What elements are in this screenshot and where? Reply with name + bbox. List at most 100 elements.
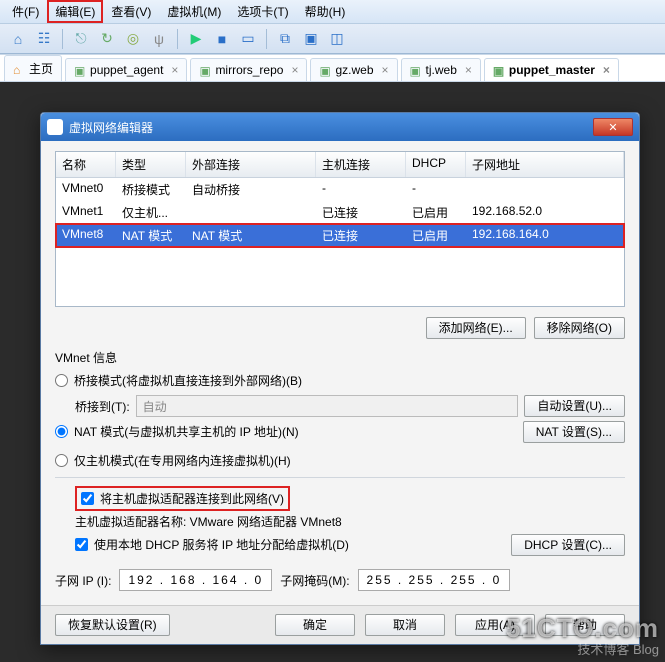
- col-subnet[interactable]: 子网地址: [466, 152, 624, 177]
- grid-header: 名称 类型 外部连接 主机连接 DHCP 子网地址: [56, 152, 624, 178]
- menu-tabs[interactable]: 选项卡(T): [229, 0, 296, 23]
- menubar: 件(F) 编辑(E) 查看(V) 虚拟机(M) 选项卡(T) 帮助(H): [0, 0, 665, 24]
- menu-help[interactable]: 帮助(H): [297, 0, 354, 23]
- tab-gz-web[interactable]: ▣ gz.web ×: [310, 58, 397, 81]
- tab-puppet-master[interactable]: ▣ puppet_master ×: [484, 58, 619, 81]
- tab-close-icon[interactable]: ×: [171, 63, 178, 77]
- cell: VMnet1: [56, 201, 116, 224]
- menu-view[interactable]: 查看(V): [103, 0, 159, 23]
- dialog-title: 虚拟网络编辑器: [69, 119, 593, 136]
- unity-icon[interactable]: ◫: [327, 29, 347, 49]
- vm-tab-icon: ▣: [199, 64, 211, 76]
- toolbar: ⌂ ☷ ⎋ ↻ ◎ ψ ▶ ■ ▭ ⧉ ▣ ◫: [0, 24, 665, 54]
- snapshot-icon[interactable]: ⧉: [275, 29, 295, 49]
- col-type[interactable]: 类型: [116, 152, 186, 177]
- vm-tab-icon: ▣: [410, 64, 422, 76]
- restore-defaults-button[interactable]: 恢复默认设置(R): [55, 614, 170, 636]
- cell: NAT 模式: [186, 224, 316, 247]
- radio-hostonly[interactable]: [55, 454, 68, 467]
- subnet-ip-label: 子网 IP (I):: [55, 572, 111, 589]
- nat-settings-button[interactable]: NAT 设置(S)...: [523, 421, 625, 443]
- tab-tj-web[interactable]: ▣ tj.web ×: [401, 58, 481, 81]
- cell: 192.168.164.0: [466, 224, 624, 247]
- refresh-icon[interactable]: ↻: [97, 29, 117, 49]
- cell: 192.168.52.0: [466, 201, 624, 224]
- cell: 已连接: [316, 224, 406, 247]
- vm-tab-icon: ▣: [74, 64, 86, 76]
- ok-button[interactable]: 确定: [275, 614, 355, 636]
- checkbox-connect-host-adapter[interactable]: [81, 492, 94, 505]
- grid-row-vmnet1[interactable]: VMnet1 仅主机... 已连接 已启用 192.168.52.0: [56, 201, 624, 224]
- radio-nat[interactable]: [55, 425, 68, 438]
- auto-settings-button[interactable]: 自动设置(U)...: [524, 395, 625, 417]
- link-icon[interactable]: ⎋: [71, 29, 91, 49]
- tab-puppet-agent[interactable]: ▣ puppet_agent ×: [65, 58, 187, 81]
- tab-close-icon[interactable]: ×: [382, 63, 389, 77]
- tab-home[interactable]: ⌂主页: [4, 55, 62, 81]
- add-network-button[interactable]: 添加网络(E)...: [426, 317, 526, 339]
- grid-body: VMnet0 桥接模式 自动桥接 - - VMnet1 仅主机... 已连接 已…: [56, 178, 624, 306]
- vm-tab-icon: ▣: [493, 64, 505, 76]
- tab-close-icon[interactable]: ×: [603, 63, 610, 77]
- pause-icon[interactable]: ▭: [238, 29, 258, 49]
- close-button[interactable]: ✕: [593, 118, 633, 136]
- vm-tab-icon: ▣: [319, 64, 331, 76]
- tab-label: gz.web: [335, 63, 373, 77]
- vmnet-info-title: VMnet 信息: [55, 349, 625, 366]
- cell: -: [406, 178, 466, 201]
- menu-edit[interactable]: 编辑(E): [47, 0, 103, 23]
- radio-bridge[interactable]: [55, 374, 68, 387]
- cell: [466, 178, 624, 201]
- tab-close-icon[interactable]: ×: [291, 63, 298, 77]
- cancel-button[interactable]: 取消: [365, 614, 445, 636]
- divider: [55, 477, 625, 478]
- fullscreen-icon[interactable]: ▣: [301, 29, 321, 49]
- subnet-ip-field[interactable]: 192 . 168 . 164 . 0: [119, 569, 272, 591]
- separator: [62, 29, 63, 49]
- help-button[interactable]: 帮助: [545, 614, 625, 636]
- menu-vm[interactable]: 虚拟机(M): [159, 0, 229, 23]
- remove-network-button[interactable]: 移除网络(O): [534, 317, 625, 339]
- checkbox-dhcp-label: 使用本地 DHCP 服务将 IP 地址分配给虚拟机(D): [94, 536, 349, 553]
- cell: NAT 模式: [116, 224, 186, 247]
- cd-icon[interactable]: ◎: [123, 29, 143, 49]
- cell: VMnet8: [56, 224, 116, 247]
- play-icon[interactable]: ▶: [186, 29, 206, 49]
- cell: [186, 201, 316, 224]
- radio-bridge-label: 桥接模式(将虚拟机直接连接到外部网络)(B): [74, 372, 302, 389]
- tab-mirrors-repo[interactable]: ▣mirrors_repo×: [190, 58, 307, 81]
- col-ext[interactable]: 外部连接: [186, 152, 316, 177]
- subnet-mask-field[interactable]: 255 . 255 . 255 . 0: [358, 569, 511, 591]
- dialog-icon: ⧉: [47, 119, 63, 135]
- cell: 已启用: [406, 201, 466, 224]
- grid-row-vmnet0[interactable]: VMnet0 桥接模式 自动桥接 - -: [56, 178, 624, 201]
- menu-file[interactable]: 件(F): [4, 0, 47, 23]
- cell: 自动桥接: [186, 178, 316, 201]
- tab-label: 主页: [29, 60, 53, 77]
- checkbox-connect-label: 将主机虚拟适配器连接到此网络(V): [100, 490, 284, 507]
- dialog-titlebar: ⧉ 虚拟网络编辑器 ✕: [41, 113, 639, 141]
- bridge-to-combo[interactable]: 自动: [136, 395, 519, 417]
- tab-label: puppet_agent: [90, 63, 163, 77]
- radio-hostonly-label: 仅主机模式(在专用网络内连接虚拟机)(H): [74, 452, 291, 469]
- usb-icon[interactable]: ψ: [149, 29, 169, 49]
- col-host[interactable]: 主机连接: [316, 152, 406, 177]
- network-grid: 名称 类型 外部连接 主机连接 DHCP 子网地址 VMnet0 桥接模式 自动…: [55, 151, 625, 307]
- tabbar: ⌂主页 ▣ puppet_agent × ▣mirrors_repo× ▣ gz.we…: [0, 54, 665, 82]
- checkbox-dhcp[interactable]: [75, 538, 88, 551]
- stop-icon[interactable]: ■: [212, 29, 232, 49]
- separator: [266, 29, 267, 49]
- cell: 已启用: [406, 224, 466, 247]
- dhcp-settings-button[interactable]: DHCP 设置(C)...: [511, 534, 625, 556]
- tab-label: tj.web: [426, 63, 457, 77]
- sitemap-icon[interactable]: ☷: [34, 29, 54, 49]
- home-icon[interactable]: ⌂: [8, 29, 28, 49]
- dialog-footer: 恢复默认设置(R) 确定 取消 应用(A) 帮助: [41, 605, 639, 644]
- grid-row-vmnet8[interactable]: VMnet8 NAT 模式 NAT 模式 已连接 已启用 192.168.164…: [56, 224, 624, 247]
- col-dhcp[interactable]: DHCP: [406, 152, 466, 177]
- col-name[interactable]: 名称: [56, 152, 116, 177]
- apply-button[interactable]: 应用(A): [455, 614, 535, 636]
- tab-close-icon[interactable]: ×: [465, 63, 472, 77]
- virtual-network-editor-dialog: ⧉ 虚拟网络编辑器 ✕ 名称 类型 外部连接 主机连接 DHCP 子网地址 VM…: [40, 112, 640, 645]
- tab-label: puppet_master: [509, 63, 595, 77]
